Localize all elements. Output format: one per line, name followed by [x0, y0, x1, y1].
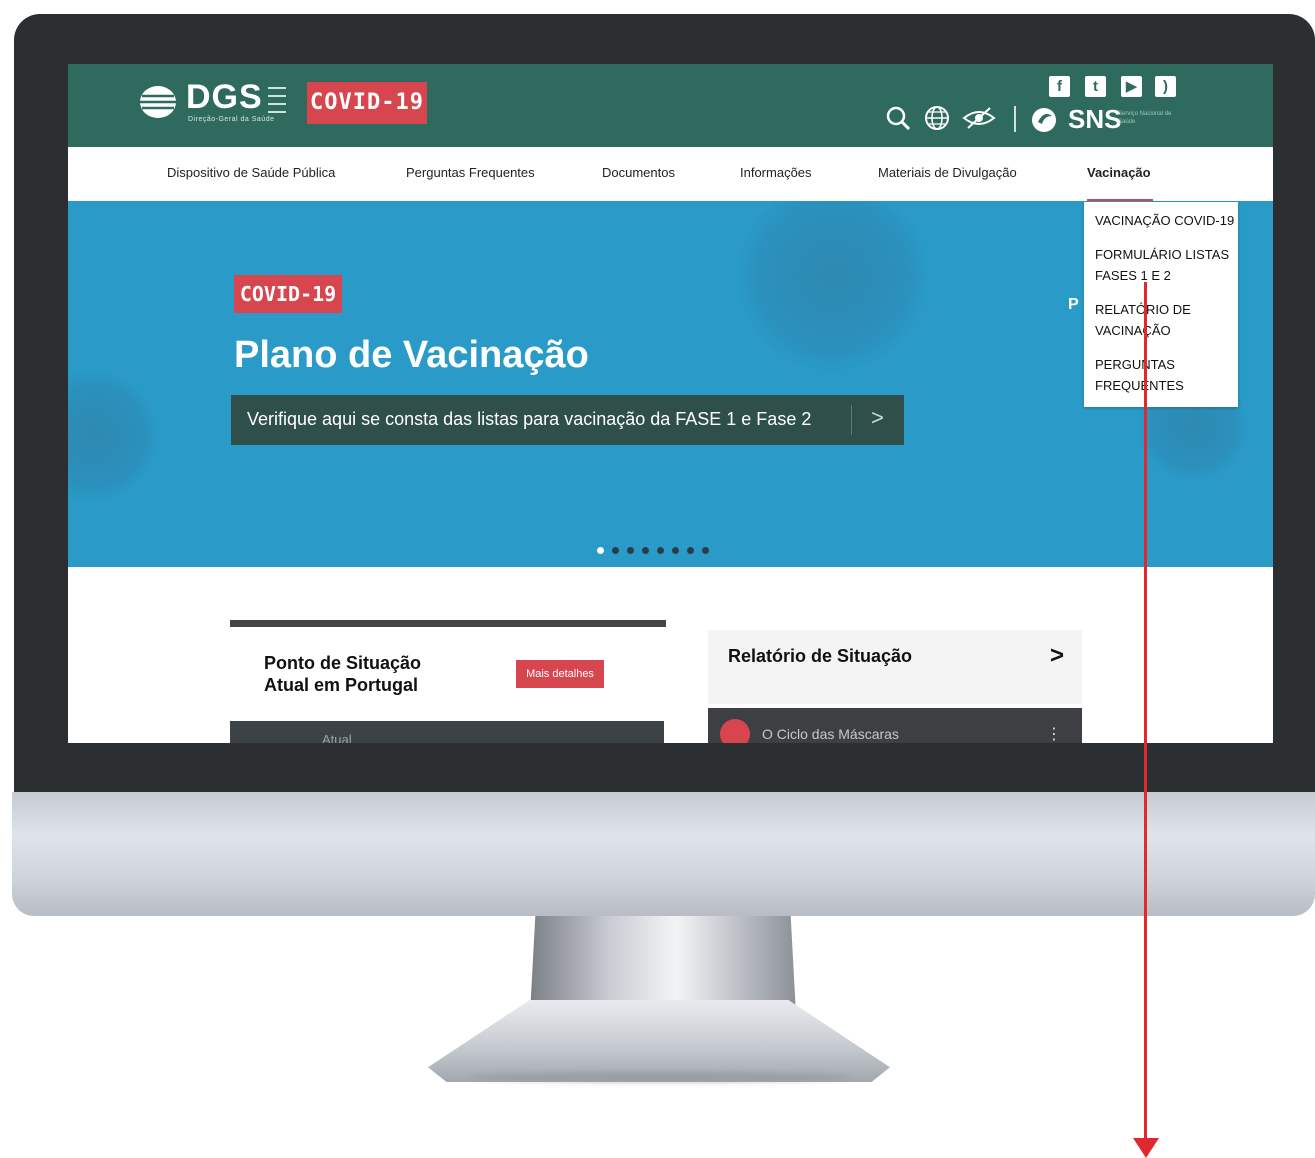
chevron-right-icon[interactable]: > [1050, 642, 1064, 670]
virus-decoration [738, 201, 928, 371]
dropdown-item-perguntas-frequentes[interactable]: PERGUNTAS FREQUENTES [1095, 354, 1238, 396]
carousel-dot-4[interactable] [642, 547, 649, 554]
situacao-title: Ponto de Situação Atual em Portugal [264, 653, 422, 695]
nav-item-perguntas[interactable]: Perguntas Frequentes [406, 165, 535, 180]
vacinacao-dropdown-menu: VACINAÇÃO COVID-19 FORMULÁRIO LISTAS FAS… [1084, 202, 1238, 407]
monitor-chin [12, 792, 1315, 916]
carousel-dot-1[interactable] [597, 547, 604, 554]
hero-cta-button[interactable]: Verifique aqui se consta das listas para… [231, 395, 904, 445]
situacao-top-bar [230, 620, 666, 627]
nav-item-materiais[interactable]: Materiais de Divulgação [878, 165, 1017, 180]
sns-logo-icon[interactable] [1030, 106, 1058, 134]
dgs-logo-text[interactable]: DGS [186, 78, 263, 117]
more-options-icon[interactable]: ⋮ [1046, 724, 1062, 743]
nav-item-dispositivo[interactable]: Dispositivo de Saúde Pública [167, 165, 335, 180]
site-header: DGS Direção-Geral da Saúde COVID-19 f t … [68, 64, 1273, 147]
situacao-bottom-bar [230, 721, 664, 743]
monitor-stand-foot [428, 1000, 890, 1082]
covid-badge[interactable]: COVID-19 [307, 82, 427, 124]
header-separator [1014, 106, 1016, 132]
carousel-dot-2[interactable] [612, 547, 619, 554]
browser-screen: DGS Direção-Geral da Saúde COVID-19 f t … [68, 64, 1273, 743]
mais-detalhes-button[interactable]: Mais detalhes [516, 660, 604, 688]
sns-logo-subtitle: Serviço Nacional de Saúde [1118, 111, 1172, 125]
monitor-stand-neck [530, 916, 796, 1014]
youtube-icon[interactable]: ▶ [1121, 76, 1142, 97]
nav-item-informacoes[interactable]: Informações [740, 165, 812, 180]
dropdown-item-vacinacao-covid[interactable]: VACINAÇÃO COVID-19 [1095, 210, 1238, 231]
situacao-bottom-text: Atual [322, 732, 352, 743]
video-title[interactable]: O Ciclo das Máscaras [762, 726, 899, 742]
sns-logo-text[interactable]: SNS [1068, 104, 1121, 135]
dropdown-item-relatorio-vacinacao[interactable]: RELATÓRIO DE VACINAÇÃO [1095, 299, 1238, 341]
nav-item-vacinacao[interactable]: Vacinação [1087, 165, 1151, 180]
hero-cta-separator [851, 405, 852, 435]
relatorio-card[interactable] [708, 630, 1082, 704]
carousel-dot-5[interactable] [657, 547, 664, 554]
annotation-arrow-line [1144, 282, 1147, 1142]
accessibility-eye-icon[interactable] [962, 104, 996, 132]
hero-title: Plano de Vacinação [234, 334, 589, 376]
twitter-icon[interactable]: t [1085, 76, 1106, 97]
carousel-dot-8[interactable] [702, 547, 709, 554]
annotation-arrow-head-icon [1133, 1138, 1159, 1158]
dropdown-item-formulario-listas[interactable]: FORMULÁRIO LISTAS FASES 1 E 2 [1095, 244, 1238, 286]
facebook-icon[interactable]: f [1049, 76, 1070, 97]
chevron-right-icon: > [871, 405, 884, 430]
channel-avatar-icon [720, 719, 750, 743]
search-icon[interactable] [884, 104, 912, 132]
carousel-dot-3[interactable] [627, 547, 634, 554]
rss-icon[interactable]: ) [1155, 76, 1176, 97]
carousel-dot-7[interactable] [687, 547, 694, 554]
hero-side-text: P [1068, 296, 1079, 313]
carousel-dot-6[interactable] [672, 547, 679, 554]
dgs-logo-lines-icon [268, 87, 286, 113]
hero-cta-text: Verifique aqui se consta das listas para… [247, 409, 812, 429]
nav-item-documentos[interactable]: Documentos [602, 165, 675, 180]
relatorio-title[interactable]: Relatório de Situação [728, 646, 912, 667]
virus-decoration [68, 371, 158, 501]
dgs-logo-globe-icon[interactable] [138, 84, 178, 120]
globe-icon[interactable] [923, 104, 951, 132]
monitor-stand-shadow [470, 1072, 850, 1082]
dgs-logo-subtitle: Direção-Geral da Saúde [188, 116, 275, 123]
hero-covid-badge: COVID-19 [234, 275, 342, 313]
